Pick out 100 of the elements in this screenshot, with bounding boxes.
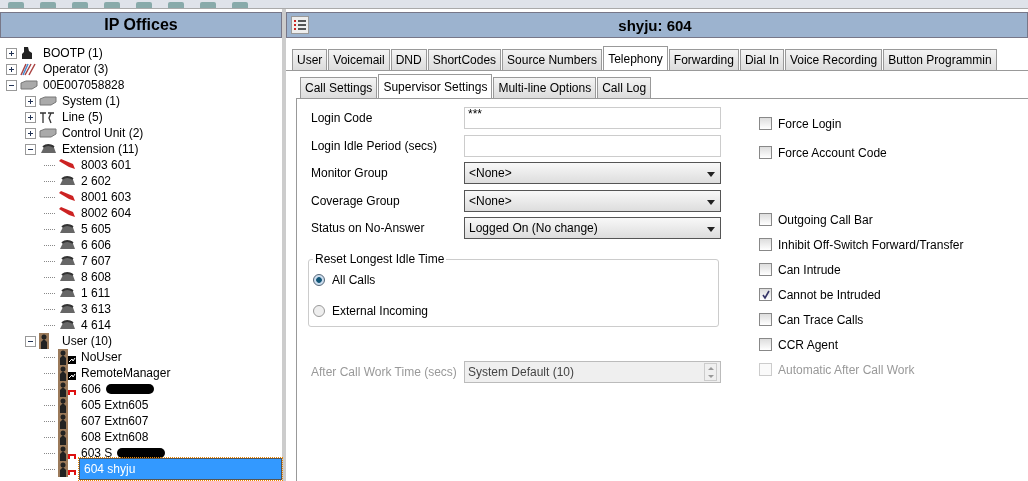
cable-icon <box>58 191 76 203</box>
checkbox-label: Force Account Code <box>778 145 887 160</box>
user-icon <box>39 333 49 349</box>
boot-icon <box>20 46 34 60</box>
tree-item[interactable]: BOOTP (1) <box>41 46 105 60</box>
phone-icon <box>58 175 76 187</box>
checkbox[interactable] <box>759 263 772 276</box>
radio-label: External Incoming <box>332 304 429 318</box>
tree-item[interactable]: 6 606 <box>79 238 114 252</box>
text-field[interactable] <box>464 134 721 157</box>
device-icon <box>20 80 38 90</box>
checkbox[interactable] <box>759 238 772 251</box>
checkbox-label: Automatic After Call Work <box>778 362 915 377</box>
tree-item[interactable]: System (1) <box>60 94 122 108</box>
phone-icon <box>58 271 76 283</box>
tree-item[interactable]: Operator (3) <box>41 62 111 76</box>
user-icon <box>58 365 76 381</box>
tree-item[interactable]: 603 S <box>79 446 115 460</box>
checkbox-label: Can Trace Calls <box>778 312 864 327</box>
text-field[interactable]: *** <box>464 107 721 129</box>
checkbox-label: CCR Agent <box>778 337 839 352</box>
checkbox[interactable] <box>759 313 772 326</box>
tab[interactable]: ShortCodes <box>427 49 502 70</box>
tree-item[interactable]: 5 605 <box>79 222 114 236</box>
user-icon <box>58 349 76 365</box>
device-icon <box>39 96 57 106</box>
phone-icon <box>39 143 57 155</box>
tree-item[interactable]: 8002 604 <box>79 206 134 220</box>
tree-item[interactable]: 7 607 <box>79 254 114 268</box>
tree-item[interactable]: 608 Extn608 <box>79 430 151 444</box>
collapse-button[interactable] <box>6 79 17 91</box>
expand-button[interactable] <box>25 95 36 107</box>
radio-button[interactable] <box>313 274 325 286</box>
field-label: After Call Work Time (secs) <box>310 365 458 379</box>
tree-item[interactable]: NoUser <box>79 350 124 364</box>
tab[interactable]: Voicemail <box>328 49 390 70</box>
tab[interactable]: Voice Recording <box>784 49 883 70</box>
list-icon[interactable] <box>291 16 309 34</box>
tree-item[interactable]: 605 Extn605 <box>79 398 151 412</box>
phone-icon <box>58 255 76 267</box>
tree-item[interactable]: User (10) <box>60 334 114 348</box>
checkbox[interactable] <box>759 213 772 226</box>
tab[interactable]: Call Settings <box>300 77 378 98</box>
phone-icon <box>58 319 76 331</box>
checkbox-label: Force Login <box>778 116 842 131</box>
tab[interactable]: Call Log <box>597 77 652 98</box>
expand-button[interactable] <box>25 111 36 123</box>
tree-item[interactable]: Control Unit (2) <box>60 126 146 140</box>
field-label: Status on No-Answer <box>310 221 426 235</box>
line-icon <box>39 110 55 124</box>
expand-button[interactable] <box>25 127 36 139</box>
field-label: Login Code <box>310 111 374 125</box>
tab[interactable]: Telephony <box>603 46 668 70</box>
expand-button[interactable] <box>6 63 17 75</box>
tab[interactable]: User <box>292 49 328 70</box>
collapse-button[interactable] <box>25 143 36 155</box>
record-title: shyju: 604 <box>617 16 693 34</box>
expand-button[interactable] <box>6 47 17 59</box>
dropdown[interactable]: <None> <box>464 189 721 212</box>
checkbox-label: Can Intrude <box>778 262 841 277</box>
tree-item[interactable]: 4 614 <box>79 318 114 332</box>
radio-button[interactable] <box>313 305 325 317</box>
checkbox[interactable] <box>759 288 772 301</box>
field-label: Coverage Group <box>310 193 401 208</box>
tab[interactable]: Forwarding <box>668 49 739 70</box>
user-icon <box>58 461 76 477</box>
tab[interactable]: DND <box>390 49 427 70</box>
user-icon <box>58 413 68 429</box>
tree-item[interactable]: 606 <box>79 382 104 396</box>
checkbox-label: Outgoing Call Bar <box>778 212 873 227</box>
panel-title: IP Offices <box>0 12 282 38</box>
dropdown[interactable]: Logged On (No change) <box>464 217 721 239</box>
group-title: Reset Longest Idle Time <box>314 252 446 266</box>
tree-item[interactable]: RemoteManager <box>79 366 173 380</box>
phone-icon <box>58 303 76 315</box>
cable-icon <box>58 207 76 219</box>
tab[interactable]: Source Numbers <box>502 49 603 70</box>
tree-item[interactable]: 8003 601 <box>79 158 134 172</box>
checkbox-label: Inhibit Off-Switch Forward/Transfer <box>778 237 964 252</box>
tab[interactable]: Dial In <box>739 49 784 70</box>
tree-item[interactable]: 8001 603 <box>79 190 134 204</box>
tree-item[interactable]: Extension (11) <box>60 142 141 156</box>
tree-item[interactable]: 00E007058828 <box>41 78 127 92</box>
dropdown[interactable]: <None> <box>464 162 721 184</box>
tree-item[interactable]: 1 611 <box>79 286 113 300</box>
tab[interactable]: Multi-line Options <box>493 77 597 98</box>
tree-item[interactable]: Line (5) <box>60 110 105 124</box>
tree-item[interactable]: 3 613 <box>79 302 114 316</box>
tab[interactable]: Supervisor Settings <box>378 74 493 98</box>
cable-icon <box>58 159 76 171</box>
tree-item[interactable]: 2 602 <box>79 174 114 188</box>
tree-item[interactable]: 8 608 <box>79 270 114 284</box>
checkbox[interactable] <box>759 146 772 159</box>
collapse-button[interactable] <box>25 335 36 347</box>
checkbox[interactable] <box>759 117 772 130</box>
tab[interactable]: Button Programmin <box>883 49 997 70</box>
checkbox[interactable] <box>759 338 772 351</box>
field-label: Login Idle Period (secs) <box>310 138 439 153</box>
phone-icon <box>58 287 76 299</box>
tree-item[interactable]: 607 Extn607 <box>79 414 151 428</box>
